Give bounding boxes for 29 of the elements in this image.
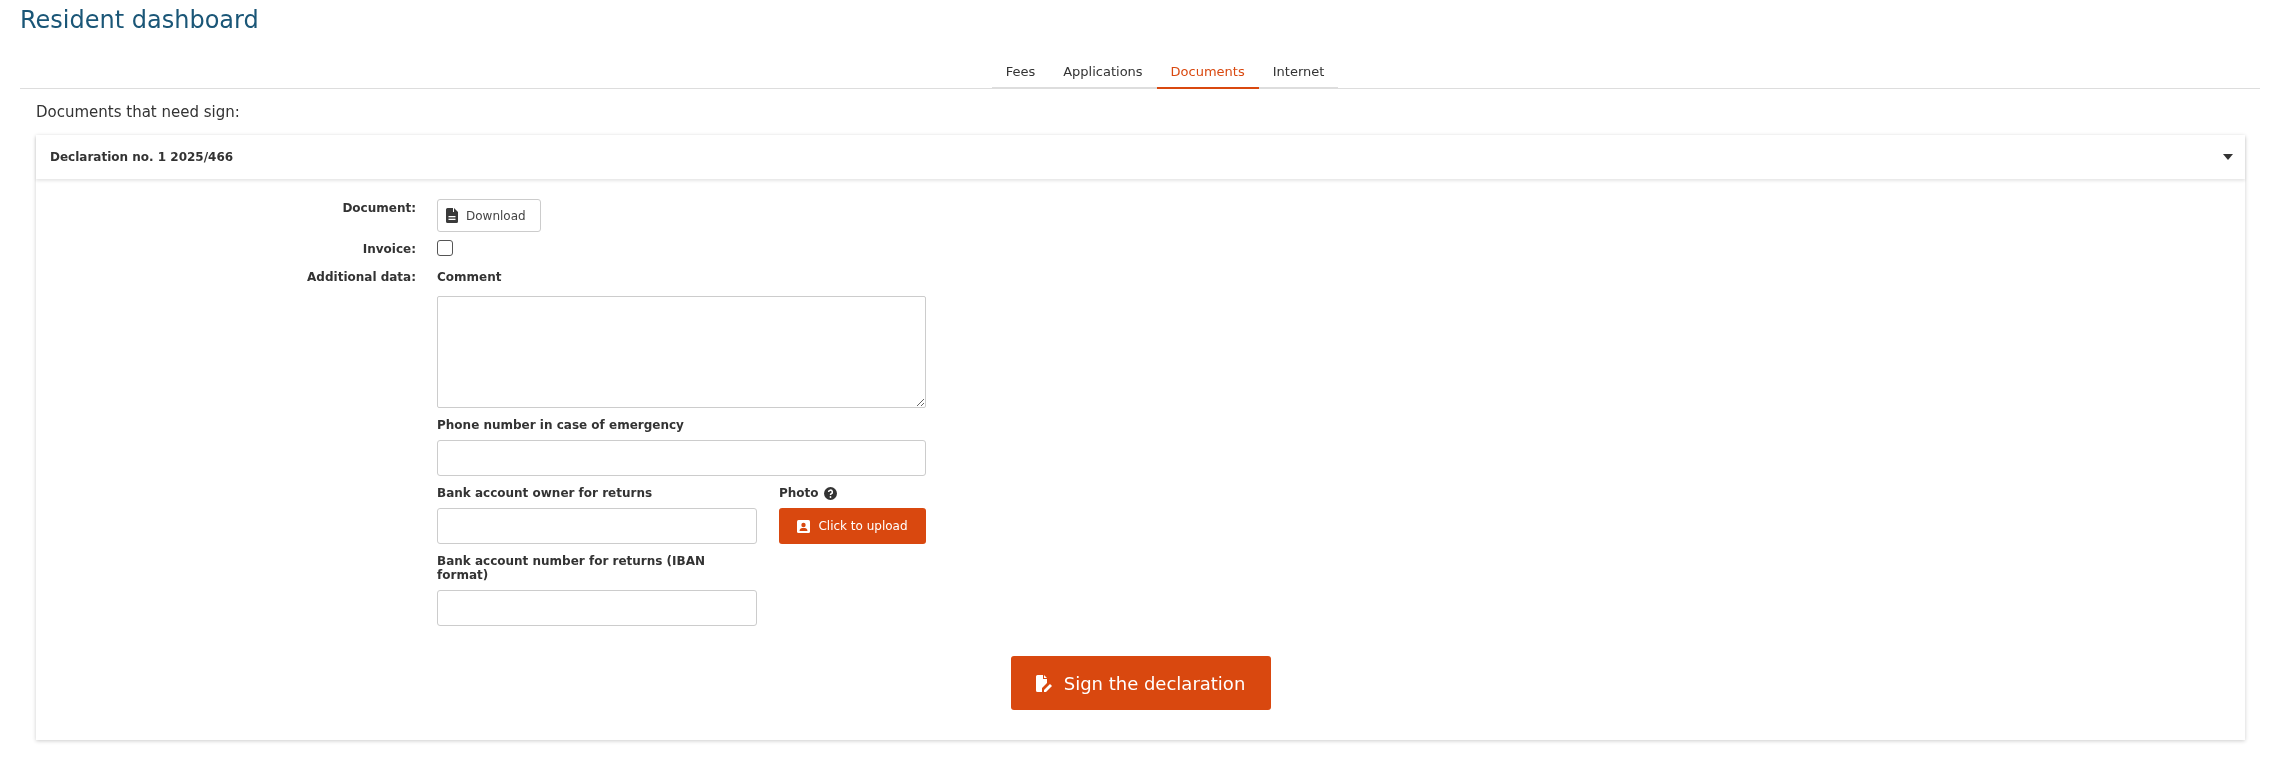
tab[interactable]: Internet <box>1258 58 1339 89</box>
field-label: Comment <box>437 269 503 286</box>
iban-input-field[interactable] <box>437 590 757 626</box>
invoice-checkbox[interactable] <box>437 240 453 256</box>
field-label: Invoice: <box>361 241 416 256</box>
caret-icon <box>2223 154 2233 160</box>
field-label: Document: <box>341 200 416 215</box>
download-button[interactable]: Download <box>437 199 541 232</box>
sign-button[interactable]: Sign the declaration <box>1010 656 1271 710</box>
card-title: Declaration no. 1 2025/466 <box>50 150 234 164</box>
comment-field[interactable] <box>437 296 926 408</box>
tab[interactable]: Fees <box>991 58 1050 89</box>
upload-button[interactable]: Click to upload <box>779 508 926 544</box>
tab[interactable]: Documents <box>1156 58 1259 89</box>
field-label: Phone number in case of emergency <box>437 417 685 434</box>
field-label: Bank account owner for returns <box>437 485 654 502</box>
person-icon <box>797 519 811 533</box>
field-label: Additional data: <box>306 269 416 284</box>
account-owner-input-field[interactable] <box>437 508 757 544</box>
tab[interactable]: Applications <box>1049 58 1157 89</box>
page-title: Resident dashboard <box>20 5 260 36</box>
help-icon[interactable] <box>823 486 837 500</box>
document-icon <box>446 208 458 223</box>
phone-input-field[interactable] <box>437 440 926 476</box>
field-label: Photo <box>779 486 819 500</box>
field-label: Bank account number for returns (IBAN format) <box>437 553 707 584</box>
card-header[interactable]: Declaration no. 1 2025/466 <box>36 135 2245 179</box>
section-heading: Documents that need sign: <box>36 103 241 123</box>
document-pen-icon <box>1035 674 1052 692</box>
